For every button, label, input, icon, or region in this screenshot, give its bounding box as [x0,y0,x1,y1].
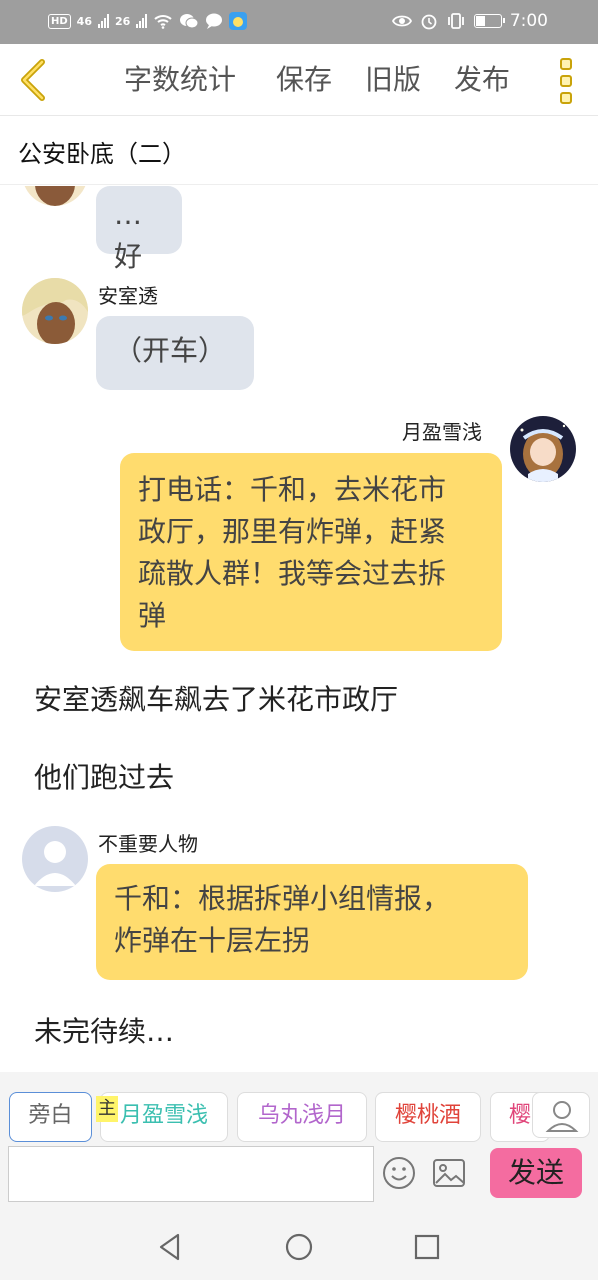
nav-back-icon[interactable] [156,1232,186,1262]
message-text-line: 政厅，那里有炸弹，赶紧 [138,515,447,548]
signal-2g-label: 26 [114,14,131,28]
alarm-icon [421,14,437,30]
navigation-bar [0,1210,598,1280]
narration-text[interactable]: 他们跑过去 [34,756,174,796]
narration-text[interactable]: 安室透飙车飙去了米花市政厅 [34,678,398,718]
back-button[interactable] [12,56,56,104]
back-arrow-icon [21,59,45,101]
role-chip-yueying[interactable]: 月盈雪浅 [100,1092,228,1142]
message-input[interactable] [8,1146,374,1202]
message-icon [206,13,223,29]
role-chip-karasuma[interactable]: 乌丸浅月 [237,1092,367,1142]
status-left: HD 46 26 [48,12,248,30]
wifi-icon [154,15,172,29]
chapter-title[interactable]: 公安卧底（二） [18,134,186,169]
avatar-amuro[interactable] [22,278,88,344]
editor-toolbar: 字数统计 保存 旧版 发布 [0,44,598,116]
emoji-icon[interactable] [382,1156,416,1190]
app-icon [229,12,248,30]
signal-icon-2 [136,14,148,28]
role-manage-button[interactable] [532,1092,590,1138]
wechat-icon [180,14,199,29]
divider [0,184,598,185]
chat-bubble[interactable]: 千和：根据拆弹小组情报， 炸弹在十层左拐 [96,864,528,980]
status-bar: HD 46 26 7:00 [0,0,598,44]
chat-bubble[interactable]: …好 [96,186,182,273]
sender-name: 安室透 [98,284,158,308]
message-text: …好 [114,198,143,273]
message-text-line: 弹 [138,599,167,632]
sender-name: 月盈雪浅 [402,420,482,444]
chat-area[interactable]: …好 安室透 （开车） 月盈雪浅 打电话：千和，去米花市 政厅，那里有炸弹，赶紧… [0,186,598,1070]
vibrate-icon [447,13,464,29]
battery-icon [473,14,505,28]
word-count-button[interactable]: 字数统计 [124,62,236,98]
send-button[interactable]: 发送 [490,1148,582,1198]
input-panel: 旁白 月盈雪浅 主 乌丸浅月 樱桃酒 樱 发送 [0,1072,598,1210]
menu-dot-icon [560,58,572,70]
signal-4g-label: 46 [76,14,92,28]
signal-icon [97,14,109,28]
message-text: （开车） [114,334,227,367]
status-time: 7:00 [509,11,548,31]
sender-name: 不重要人物 [98,832,198,856]
image-icon[interactable] [432,1158,466,1188]
publish-button[interactable]: 发布 [454,62,510,98]
person-icon [545,1101,579,1132]
avatar-amuro[interactable] [22,186,88,206]
message-text-line: 千和：根据拆弹小组情报， [114,882,451,915]
role-chip-narrator[interactable]: 旁白 [9,1092,92,1142]
nav-recents-icon[interactable] [412,1232,442,1262]
menu-dot-icon [560,92,572,104]
hd-badge: HD [48,13,71,29]
avatar-yueying[interactable] [510,416,576,482]
save-button[interactable]: 保存 [276,62,332,98]
main-role-badge: 主 [96,1096,118,1122]
message-text-line: 打电话：千和，去米花市 [138,473,447,506]
message-text-line: 疏散人群！我等会过去拆 [138,557,447,590]
nav-home-icon[interactable] [284,1232,314,1262]
old-version-button[interactable]: 旧版 [365,62,421,98]
eye-icon [391,15,412,27]
role-chip-cherry[interactable]: 樱桃酒 [375,1092,481,1142]
chat-bubble[interactable]: （开车） [96,316,254,390]
avatar-default[interactable] [22,826,88,892]
menu-dot-icon [560,75,572,87]
message-text-line: 炸弹在十层左拐 [114,924,311,957]
status-right: 7:00 [391,11,548,31]
more-menu-button[interactable] [554,58,578,104]
narration-text[interactable]: 未完待续… [34,1010,174,1050]
chat-bubble[interactable]: 打电话：千和，去米花市 政厅，那里有炸弹，赶紧 疏散人群！我等会过去拆 弹 [120,453,502,651]
